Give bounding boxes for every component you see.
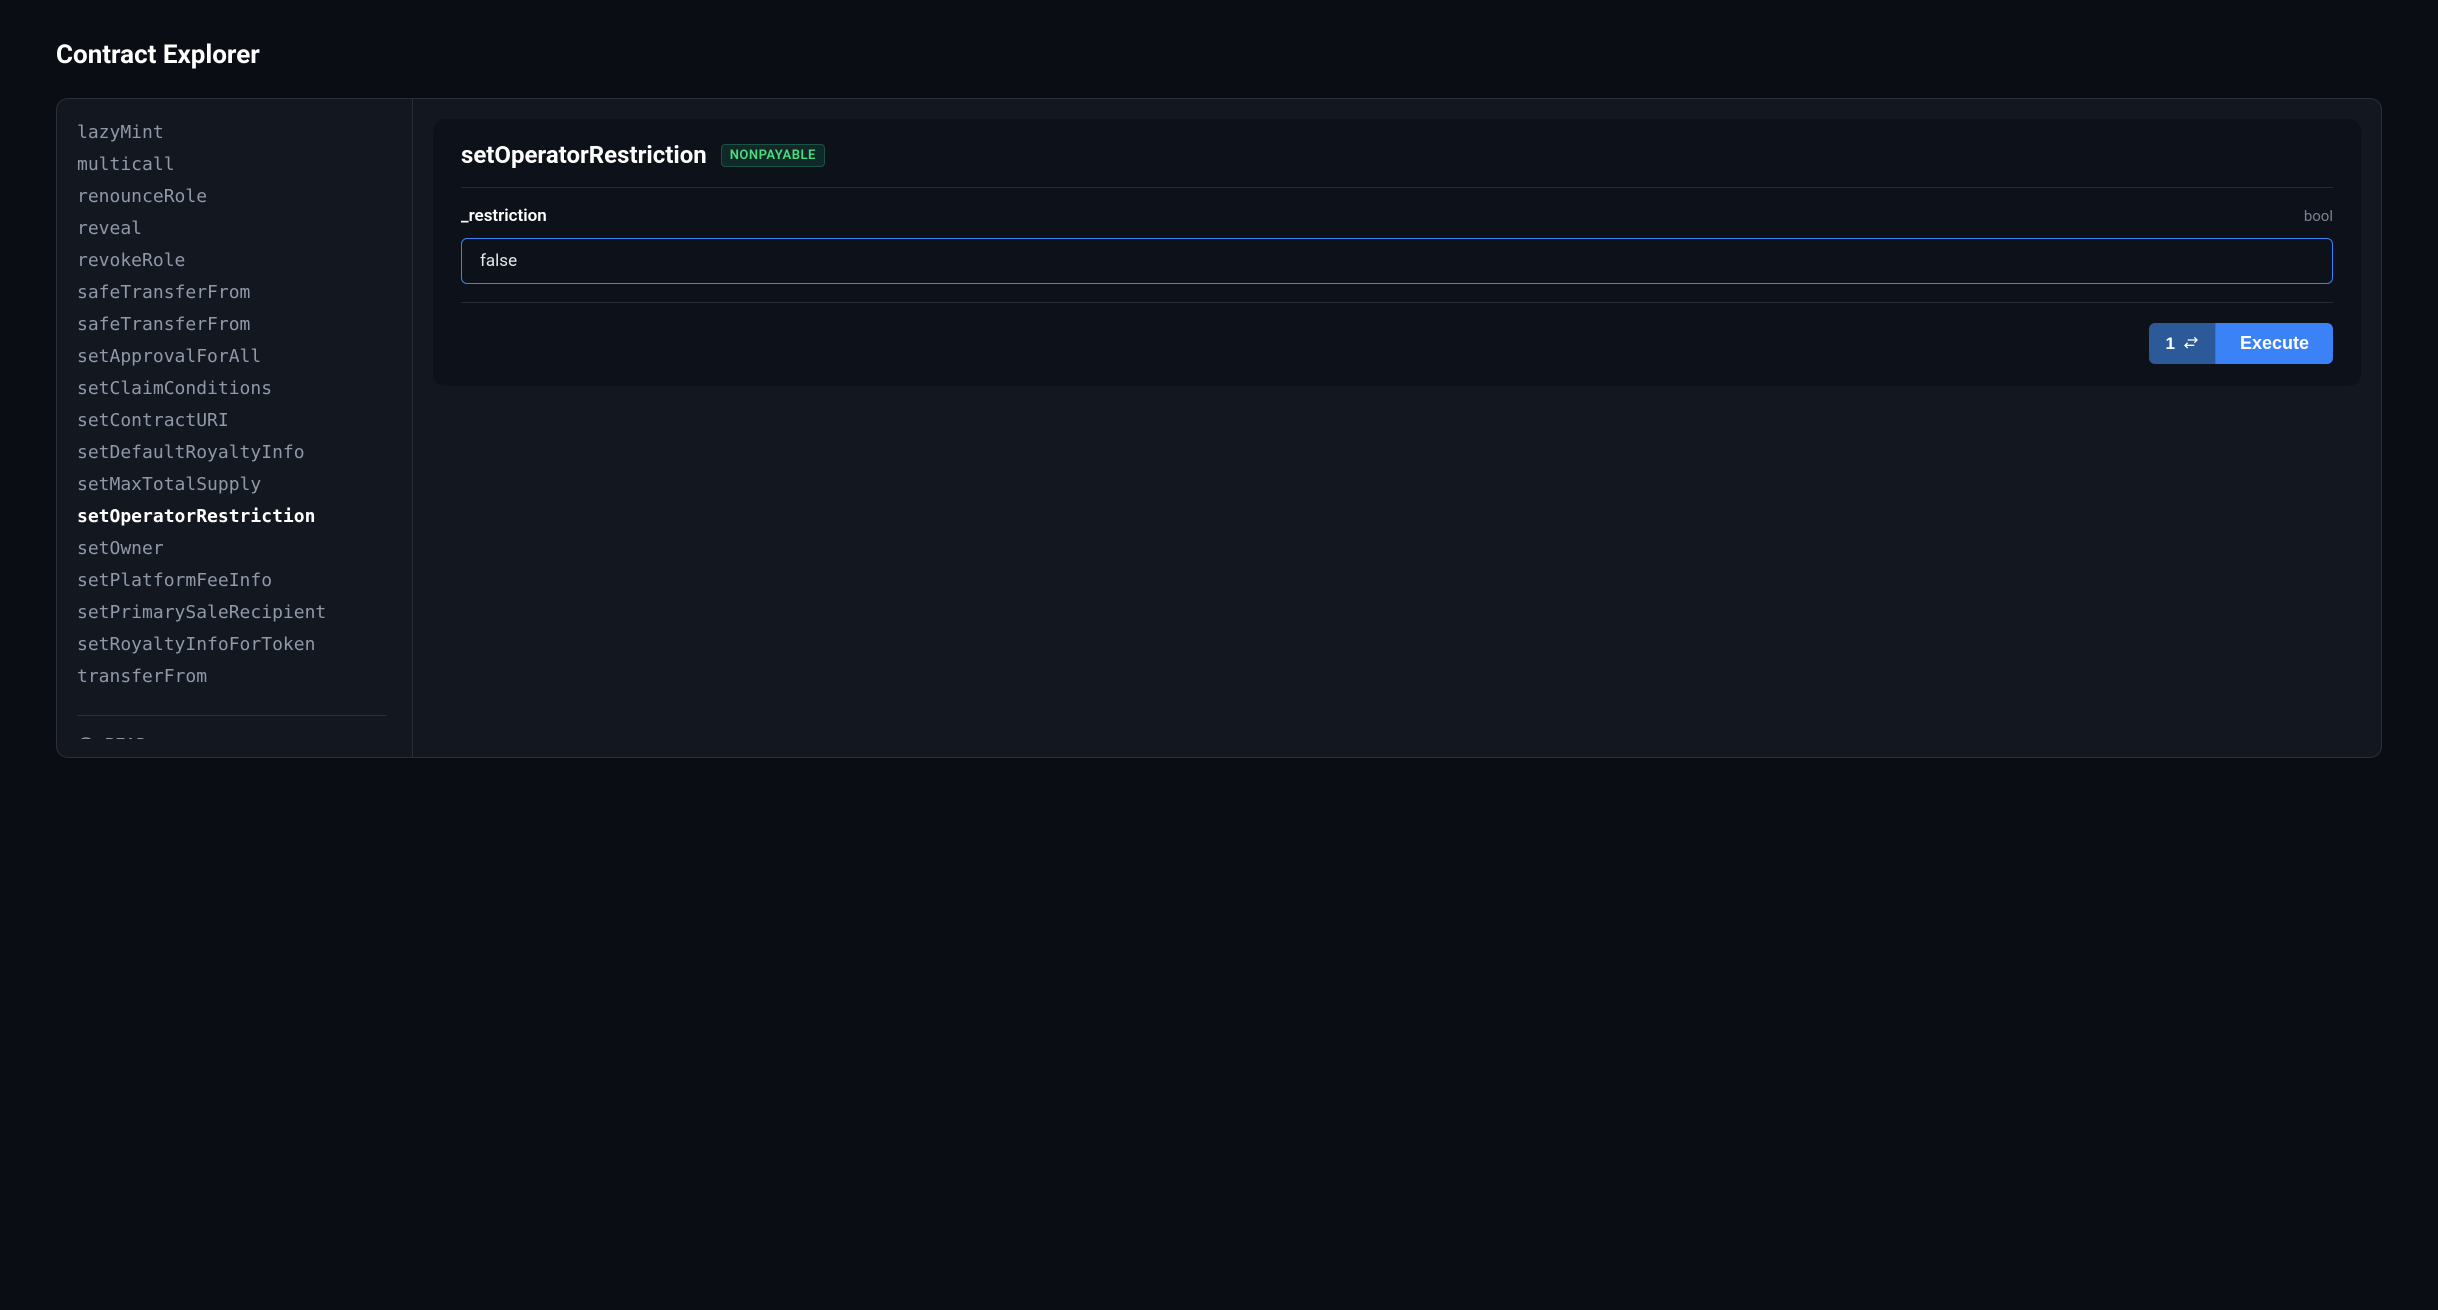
eye-icon	[77, 735, 95, 740]
function-card: setOperatorRestriction NONPAYABLE _restr…	[433, 119, 2361, 386]
sidebar-fn-multicall[interactable]: multicall	[77, 149, 386, 181]
tx-count: 1	[2165, 334, 2174, 354]
swap-icon	[2183, 336, 2199, 352]
sidebar-fn-safeTransferFrom[interactable]: safeTransferFrom	[77, 277, 386, 309]
read-section-header[interactable]: READ	[77, 734, 386, 739]
function-actions: 1 Execute	[461, 303, 2333, 364]
sidebar-scroll[interactable]: lazyMintmulticallrenounceRolerevealrevok…	[77, 117, 412, 739]
param-label: _restriction	[461, 206, 547, 226]
sidebar-fn-setRoyaltyInfoForToken[interactable]: setRoyaltyInfoForToken	[77, 629, 386, 661]
function-name: setOperatorRestriction	[461, 141, 707, 169]
sidebar-fn-renounceRole[interactable]: renounceRole	[77, 181, 386, 213]
sidebar-fn-setMaxTotalSupply[interactable]: setMaxTotalSupply	[77, 469, 386, 501]
sidebar-fn-transferFrom[interactable]: transferFrom	[77, 661, 386, 693]
param-block: _restriction bool	[461, 188, 2333, 303]
page-title: Contract Explorer	[56, 40, 2382, 70]
sidebar-fn-reveal[interactable]: reveal	[77, 213, 386, 245]
section-label: READ	[105, 734, 147, 739]
sidebar-fn-setDefaultRoyaltyInfo[interactable]: setDefaultRoyaltyInfo	[77, 437, 386, 469]
sidebar-fn-setOwner[interactable]: setOwner	[77, 533, 386, 565]
sidebar-fn-setClaimConditions[interactable]: setClaimConditions	[77, 373, 386, 405]
param-type: bool	[2304, 207, 2333, 225]
sidebar-fn-setContractURI[interactable]: setContractURI	[77, 405, 386, 437]
mutability-badge: NONPAYABLE	[721, 144, 825, 167]
execute-button-group: 1 Execute	[2149, 323, 2333, 364]
section-divider	[77, 715, 386, 716]
sidebar-fn-safeTransferFrom[interactable]: safeTransferFrom	[77, 309, 386, 341]
param-input-restriction[interactable]	[461, 238, 2333, 284]
sidebar-fn-setPlatformFeeInfo[interactable]: setPlatformFeeInfo	[77, 565, 386, 597]
sidebar-fn-setPrimarySaleRecipient[interactable]: setPrimarySaleRecipient	[77, 597, 386, 629]
sidebar-fn-lazyMint[interactable]: lazyMint	[77, 117, 386, 149]
sidebar-fn-revokeRole[interactable]: revokeRole	[77, 245, 386, 277]
explorer-panel: lazyMintmulticallrenounceRolerevealrevok…	[56, 98, 2382, 758]
sidebar-fn-setApprovalForAll[interactable]: setApprovalForAll	[77, 341, 386, 373]
main-content: setOperatorRestriction NONPAYABLE _restr…	[413, 99, 2381, 757]
sidebar-fn-setOperatorRestriction[interactable]: setOperatorRestriction	[77, 501, 386, 533]
function-card-header: setOperatorRestriction NONPAYABLE	[461, 141, 2333, 188]
function-sidebar: lazyMintmulticallrenounceRolerevealrevok…	[57, 99, 413, 757]
execute-button[interactable]: Execute	[2216, 323, 2333, 364]
tx-count-button[interactable]: 1	[2149, 323, 2215, 364]
